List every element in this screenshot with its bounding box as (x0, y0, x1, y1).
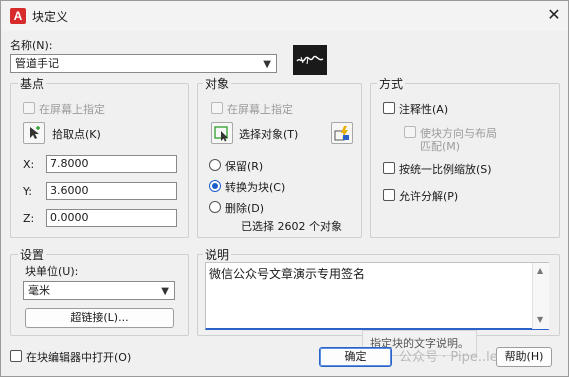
open-in-editor-checkbox[interactable] (10, 350, 22, 362)
close-icon[interactable]: ✕ (541, 3, 567, 27)
preview-signature-icon (296, 55, 324, 65)
retain-label: 保留(R) (225, 160, 264, 173)
allow-explode-checkbox[interactable] (383, 189, 395, 201)
description-textarea[interactable]: 微信公众号文章演示专用签名 ▲ ▼ (205, 262, 549, 330)
objects-on-screen-label: 在屏幕上指定 (227, 103, 293, 116)
block-definition-dialog: A 块定义 ✕ 名称(N): 管道手记 ▼ 基点 在屏幕上指定 拾取点(K) X… (0, 0, 569, 377)
selected-count-text: 已选择 2602 个对象 (241, 220, 342, 233)
convert-to-block-label: 转换为块(C) (225, 181, 286, 194)
retain-radio[interactable] (209, 159, 221, 171)
description-title: 说明 (203, 246, 232, 263)
autocad-app-icon: A (10, 8, 26, 24)
description-scrollbar[interactable]: ▲ ▼ (532, 263, 549, 329)
block-unit-value: 毫米 (28, 284, 50, 297)
scale-uniformly-checkbox[interactable] (383, 162, 395, 174)
name-label: 名称(N): (10, 39, 53, 52)
annotative-label: 注释性(A) (399, 103, 449, 116)
block-unit-label: 块单位(U): (25, 265, 79, 278)
base-on-screen-label: 在屏幕上指定 (39, 103, 105, 116)
objects-title: 对象 (203, 75, 232, 92)
match-orientation-label-2: 匹配(M) (420, 140, 461, 153)
behavior-title: 方式 (377, 75, 406, 92)
objects-on-screen-checkbox[interactable] (211, 102, 223, 114)
select-objects-label: 选择对象(T) (239, 128, 299, 141)
pick-point-icon (30, 126, 40, 139)
wechat-watermark: 公众号 · Pipe..le (399, 350, 498, 365)
y-input[interactable]: 3.6000 (46, 182, 177, 200)
match-orientation-checkbox[interactable] (404, 126, 416, 138)
delete-radio[interactable] (209, 201, 221, 213)
select-objects-icon (214, 126, 228, 142)
name-combobox[interactable]: 管道手记 ▼ (10, 54, 277, 73)
description-text: 微信公众号文章演示专用签名 (209, 267, 366, 281)
quick-select-button[interactable] (331, 122, 353, 144)
select-objects-button[interactable] (211, 122, 233, 144)
title-bar: A 块定义 ✕ (1, 1, 568, 31)
y-label: Y: (23, 185, 32, 198)
block-unit-select[interactable]: 毫米 ▼ (23, 281, 175, 300)
name-value: 管道手记 (15, 57, 59, 70)
z-input[interactable]: 0.0000 (46, 209, 177, 227)
x-input[interactable]: 7.8000 (46, 155, 177, 173)
delete-label: 删除(D) (225, 202, 265, 215)
pick-point-button[interactable] (23, 122, 45, 144)
x-label: X: (23, 158, 35, 171)
settings-title: 设置 (18, 246, 47, 263)
chevron-down-icon[interactable]: ▼ (263, 57, 271, 72)
block-preview (293, 45, 327, 75)
base-point-title: 基点 (18, 75, 47, 92)
hyperlink-button[interactable]: 超链接(L)... (25, 308, 174, 328)
open-in-editor-label: 在块编辑器中打开(O) (26, 351, 132, 364)
window-title: 块定义 (32, 10, 69, 24)
quick-select-icon (334, 126, 349, 141)
ok-button[interactable]: 确定 (319, 347, 392, 367)
z-label: Z: (23, 212, 35, 225)
scale-uniformly-label: 按统一比例缩放(S) (399, 163, 492, 176)
chevron-down-icon[interactable]: ▼ (161, 284, 169, 299)
help-button[interactable]: 帮助(H) (496, 347, 552, 367)
allow-explode-label: 允许分解(P) (399, 190, 459, 203)
annotative-checkbox[interactable] (383, 102, 395, 114)
scroll-up-icon[interactable]: ▲ (537, 266, 543, 275)
scroll-down-icon[interactable]: ▼ (537, 315, 543, 324)
convert-to-block-radio[interactable] (209, 180, 221, 192)
base-on-screen-checkbox[interactable] (23, 102, 35, 114)
pick-point-label: 拾取点(K) (52, 128, 101, 141)
